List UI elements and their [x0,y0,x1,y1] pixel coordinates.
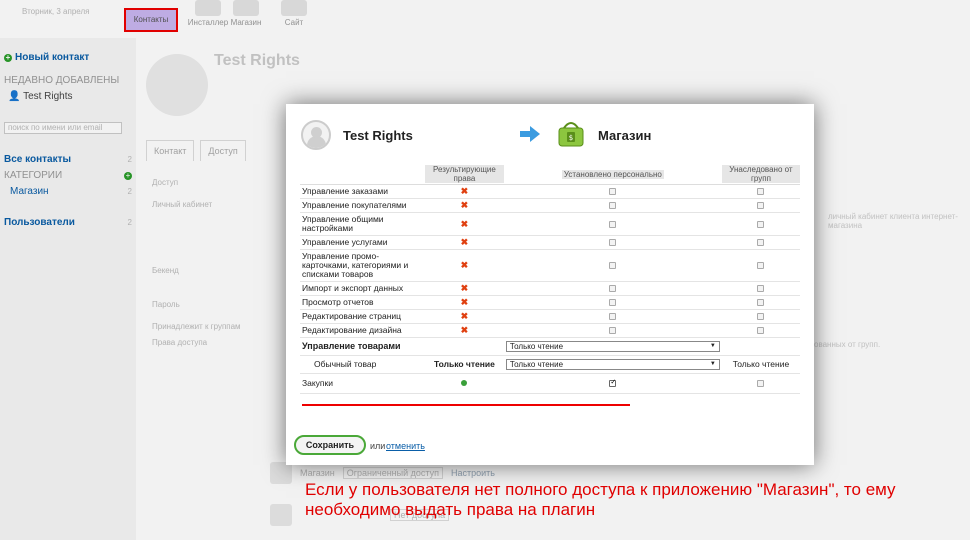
table-row: Управление заказами ✖ [300,184,800,199]
dialog-user-name: Test Rights [343,128,413,143]
personal-checkbox[interactable] [609,262,617,270]
inherited-checkbox [757,262,765,270]
table-row: Импорт и экспорт данных ✖ [300,281,800,296]
annotation-note: Если у пользователя нет полного доступа … [305,480,896,519]
denied-icon: ✖ [460,283,469,293]
denied-icon: ✖ [460,311,469,321]
cancel-link[interactable]: отменить [386,441,425,451]
denied-icon: ✖ [460,260,469,270]
table-row: Редактирование дизайна ✖ [300,323,800,338]
table-row: Управление промо-карточками, категориями… [300,249,800,282]
row-label: Управление промо-карточками, категориями… [300,249,425,282]
row-label: Обычный товар [300,355,425,374]
inherited-checkbox [757,327,765,335]
personal-checkbox[interactable] [609,188,617,196]
regular-inherited: Только чтение [721,355,800,374]
table-row: Управление покупателями ✖ [300,198,800,213]
regular-product-select[interactable]: Только чтение ▼ [505,359,720,370]
table-row: Закупки [300,373,800,394]
personal-checkbox[interactable] [609,313,617,321]
annotation-underline [302,404,630,406]
row-label: Управление общими настройками [300,212,425,236]
inherited-checkbox [757,220,765,228]
column-personal: Установлено персонально [503,164,722,185]
purchases-inherited-checkbox [757,380,765,388]
table-row: Управление общими настройками ✖ [300,212,800,236]
denied-icon: ✖ [460,297,469,307]
regular-result: Только чтение [424,355,504,374]
personal-checkbox[interactable] [609,202,617,210]
personal-checkbox[interactable] [609,220,617,228]
row-label: Редактирование дизайна [300,323,425,338]
granted-icon [461,380,468,386]
save-button[interactable]: Сохранить [294,435,366,455]
inherited-checkbox [757,239,765,247]
row-label: Управление товарами [300,337,425,356]
inherited-checkbox [757,285,765,293]
column-inherited: Унаследовано от групп [721,164,800,185]
table-row: Управление услугами ✖ [300,235,800,250]
inherited-checkbox [757,299,765,307]
arrow-right-icon [520,126,540,142]
shop-bag-icon: $ [558,122,584,147]
dialog-app-name: Магазин [598,128,652,143]
denied-icon: ✖ [460,218,469,229]
table-row: Управление товарами Только чтение ▼ [300,337,800,356]
inherited-checkbox [757,188,765,196]
user-avatar-icon [301,120,331,150]
purchases-personal-checkbox[interactable] [609,378,617,388]
row-label: Редактирование страниц [300,309,425,324]
row-label: Просмотр отчетов [300,295,425,310]
personal-checkbox[interactable] [609,299,617,307]
products-access-select[interactable]: Только чтение ▼ [505,341,720,352]
row-label: Импорт и экспорт данных [300,281,425,296]
rights-table: Результирующие права Установлено персона… [300,164,800,394]
column-resulting: Результирующие права [424,164,504,185]
table-row: Обычный товар Только чтение Только чтени… [300,355,800,374]
denied-icon: ✖ [460,186,469,196]
or-text: или [370,441,386,451]
denied-icon: ✖ [460,237,469,247]
row-label: Управление услугами [300,235,425,250]
access-rights-dialog: Test Rights $ Магазин Результирующие пра… [286,104,814,465]
personal-checkbox[interactable] [609,285,617,293]
denied-icon: ✖ [460,325,469,335]
svg-text:$: $ [569,134,573,142]
inherited-checkbox [757,202,765,210]
inherited-checkbox [757,313,765,321]
personal-checkbox[interactable] [609,327,617,335]
dialog-header: Test Rights $ Магазин [286,104,814,166]
row-label: Управление заказами [300,184,425,199]
denied-icon: ✖ [460,200,469,210]
personal-checkbox[interactable] [609,239,617,247]
table-row: Просмотр отчетов ✖ [300,295,800,310]
row-label: Закупки [300,373,425,394]
table-row: Редактирование страниц ✖ [300,309,800,324]
row-label: Управление покупателями [300,198,425,213]
